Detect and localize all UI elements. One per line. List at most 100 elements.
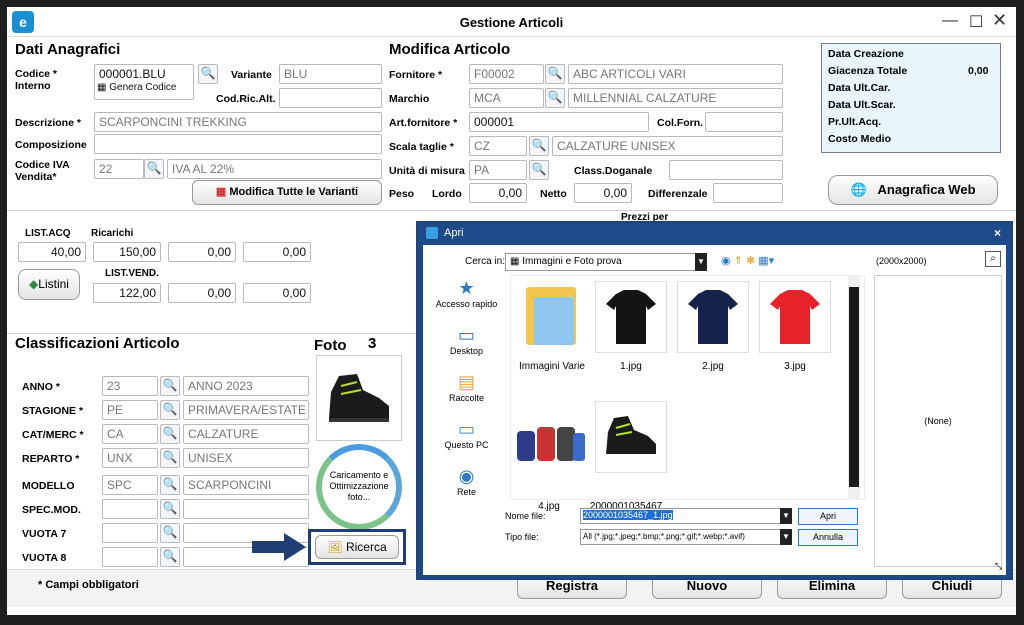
listacq-input[interactable]: 40,00	[18, 242, 86, 262]
classif-search-icon[interactable]: 🔍	[160, 547, 180, 567]
toolbar-icons[interactable]: ◉ ⇑ ✱ ▦▾	[721, 254, 774, 267]
place-item[interactable]: ▭ Desktop	[429, 325, 504, 356]
classif-search-icon[interactable]: 🔍	[160, 376, 180, 396]
codric-input[interactable]	[279, 88, 382, 108]
codice-search-icon[interactable]: 🔍	[198, 64, 218, 84]
scala-code-input[interactable]: CZ	[469, 136, 527, 156]
scala-search-icon[interactable]: 🔍	[529, 136, 549, 156]
artforn-input[interactable]: 000001	[469, 112, 649, 132]
classif-code-input[interactable]	[102, 499, 158, 519]
chevron-down-icon[interactable]: ▼	[780, 508, 792, 524]
classif-desc-input[interactable]: SCARPONCINI	[183, 475, 309, 495]
maximize-button[interactable]: ☐	[969, 12, 983, 32]
classif-search-icon[interactable]: 🔍	[160, 523, 180, 543]
annulla-button[interactable]: Annulla	[798, 529, 858, 546]
classif-desc-input[interactable]	[183, 499, 309, 519]
boot-image	[329, 374, 389, 422]
ricarico-3-input[interactable]: 0,00	[243, 242, 311, 262]
file-2-jpg[interactable]	[677, 281, 749, 353]
cerca-in-select[interactable]: ▦ Immagini e Foto prova	[505, 253, 707, 271]
file-boot-jpg[interactable]	[595, 401, 667, 473]
file-3-jpg[interactable]	[759, 281, 831, 353]
file-list-scrollbar[interactable]	[848, 275, 860, 500]
marchio-desc-input[interactable]: MILLENNIAL CALZATURE	[568, 88, 783, 108]
differenzale-input[interactable]	[713, 183, 783, 203]
variante-input[interactable]: BLU	[279, 64, 382, 84]
classif-code-input[interactable]	[102, 523, 158, 543]
classif-search-icon[interactable]: 🔍	[160, 400, 180, 420]
apri-button[interactable]: Apri	[798, 508, 858, 525]
class-doganale-input[interactable]	[669, 160, 783, 180]
nome-file-input[interactable]: 2000001035467_1.jpg	[580, 508, 792, 524]
composizione-input[interactable]	[94, 134, 382, 154]
place-item[interactable]: ◉ Rete	[429, 466, 504, 497]
um-search-icon[interactable]: 🔍	[529, 160, 549, 180]
resize-grip-icon[interactable]: ⤡	[995, 561, 1002, 572]
um-label: Unità di misura	[389, 165, 465, 177]
minimize-button[interactable]: —	[942, 12, 958, 30]
preview-toggle-icon[interactable]: ⌕	[985, 251, 1001, 267]
dialog-body: Cerca in: ▦ Immagini e Foto prova ▼ ◉ ⇑ …	[423, 245, 1006, 575]
fornitore-desc-input[interactable]: ABC ARTICOLI VARI	[568, 64, 783, 84]
classif-desc-input[interactable]: PRIMAVERA/ESTATE	[183, 400, 309, 420]
listvend-3-input[interactable]: 0,00	[243, 283, 311, 303]
listini-button[interactable]: ◆Listini	[18, 269, 80, 300]
cerca-in-label: Cerca in:	[465, 256, 506, 267]
folder-up-icon[interactable]: ⇑	[734, 255, 743, 267]
file-4-jpg[interactable]	[513, 421, 585, 493]
ult-car-label: Data Ult.Car.	[828, 82, 891, 94]
place-item[interactable]: ▤ Raccolte	[429, 372, 504, 403]
classif-search-icon[interactable]: 🔍	[160, 424, 180, 444]
marchio-label: Marchio	[389, 93, 430, 105]
scala-desc-input[interactable]: CALZATURE UNISEX	[552, 136, 783, 156]
classif-code-input[interactable]: 23	[102, 376, 158, 396]
classif-search-icon[interactable]: 🔍	[160, 475, 180, 495]
tipo-file-select[interactable]: All (*.jpg;*.jpeg;*.bmp;*.png;*.gif;*.we…	[580, 529, 792, 545]
classif-code-input[interactable]: SPC	[102, 475, 158, 495]
codice-value: 000001.BLU	[99, 67, 166, 81]
anagrafica-web-button[interactable]: 🌐 Anagrafica Web	[828, 175, 998, 205]
classif-search-icon[interactable]: 🔍	[160, 448, 180, 468]
place-item[interactable]: ★ Accesso rapido	[429, 278, 504, 309]
lordo-input[interactable]: 0,00	[469, 183, 527, 203]
marchio-search-icon[interactable]: 🔍	[545, 88, 565, 108]
preview-size-label: (2000x2000)	[876, 256, 927, 266]
fornitore-search-icon[interactable]: 🔍	[545, 64, 565, 84]
file-1-jpg[interactable]	[595, 281, 667, 353]
ricarico-1-input[interactable]: 150,00	[93, 242, 161, 262]
classif-desc-input[interactable]: CALZATURE	[183, 424, 309, 444]
colforn-input[interactable]	[705, 112, 783, 132]
listvend-2-input[interactable]: 0,00	[168, 283, 236, 303]
chevron-down-icon[interactable]: ▼	[695, 253, 707, 271]
marchio-code-input[interactable]: MCA	[469, 88, 544, 108]
ricarico-2-input[interactable]: 0,00	[168, 242, 236, 262]
close-button[interactable]: ✕	[992, 10, 1007, 31]
classif-code-input[interactable]: CA	[102, 424, 158, 444]
classif-code-input[interactable]: PE	[102, 400, 158, 420]
iva-search-icon[interactable]: 🔍	[144, 159, 164, 179]
descrizione-input[interactable]: SCARPONCINI TREKKING	[94, 112, 382, 132]
classif-code-input[interactable]	[102, 547, 158, 567]
genera-codice-button[interactable]: ▦ Genera Codice	[97, 82, 177, 93]
classif-desc-input[interactable]: ANNO 2023	[183, 376, 309, 396]
um-input[interactable]: PA	[469, 160, 527, 180]
dialog-close-icon[interactable]: ×	[994, 226, 1001, 240]
ricerca-button[interactable]: 🖼 Ricerca	[315, 535, 399, 559]
cerca-in-value: Immagini e Foto prova	[522, 256, 622, 267]
new-folder-icon[interactable]: ✱	[746, 255, 755, 267]
iva-desc-input[interactable]: IVA AL 22%	[167, 159, 382, 179]
listvend-1-input[interactable]: 122,00	[93, 283, 161, 303]
iva-code-input[interactable]: 22	[94, 159, 144, 179]
classif-code-input[interactable]: UNX	[102, 448, 158, 468]
chevron-down-icon[interactable]: ▼	[780, 529, 792, 545]
fornitore-code-input[interactable]: F00002	[469, 64, 544, 84]
foto-preview[interactable]	[316, 355, 402, 441]
place-item[interactable]: ▭ Questo PC	[429, 419, 504, 450]
classif-search-icon[interactable]: 🔍	[160, 499, 180, 519]
modifica-varianti-button[interactable]: ▦ Modifica Tutte le Varianti	[192, 180, 382, 205]
classif-desc-input[interactable]: UNISEX	[183, 448, 309, 468]
view-menu-icon[interactable]: ▦▾	[758, 255, 774, 267]
listvend-label: LIST.VEND.	[105, 268, 159, 279]
file-folder[interactable]	[516, 281, 588, 353]
netto-input[interactable]: 0,00	[574, 183, 632, 203]
